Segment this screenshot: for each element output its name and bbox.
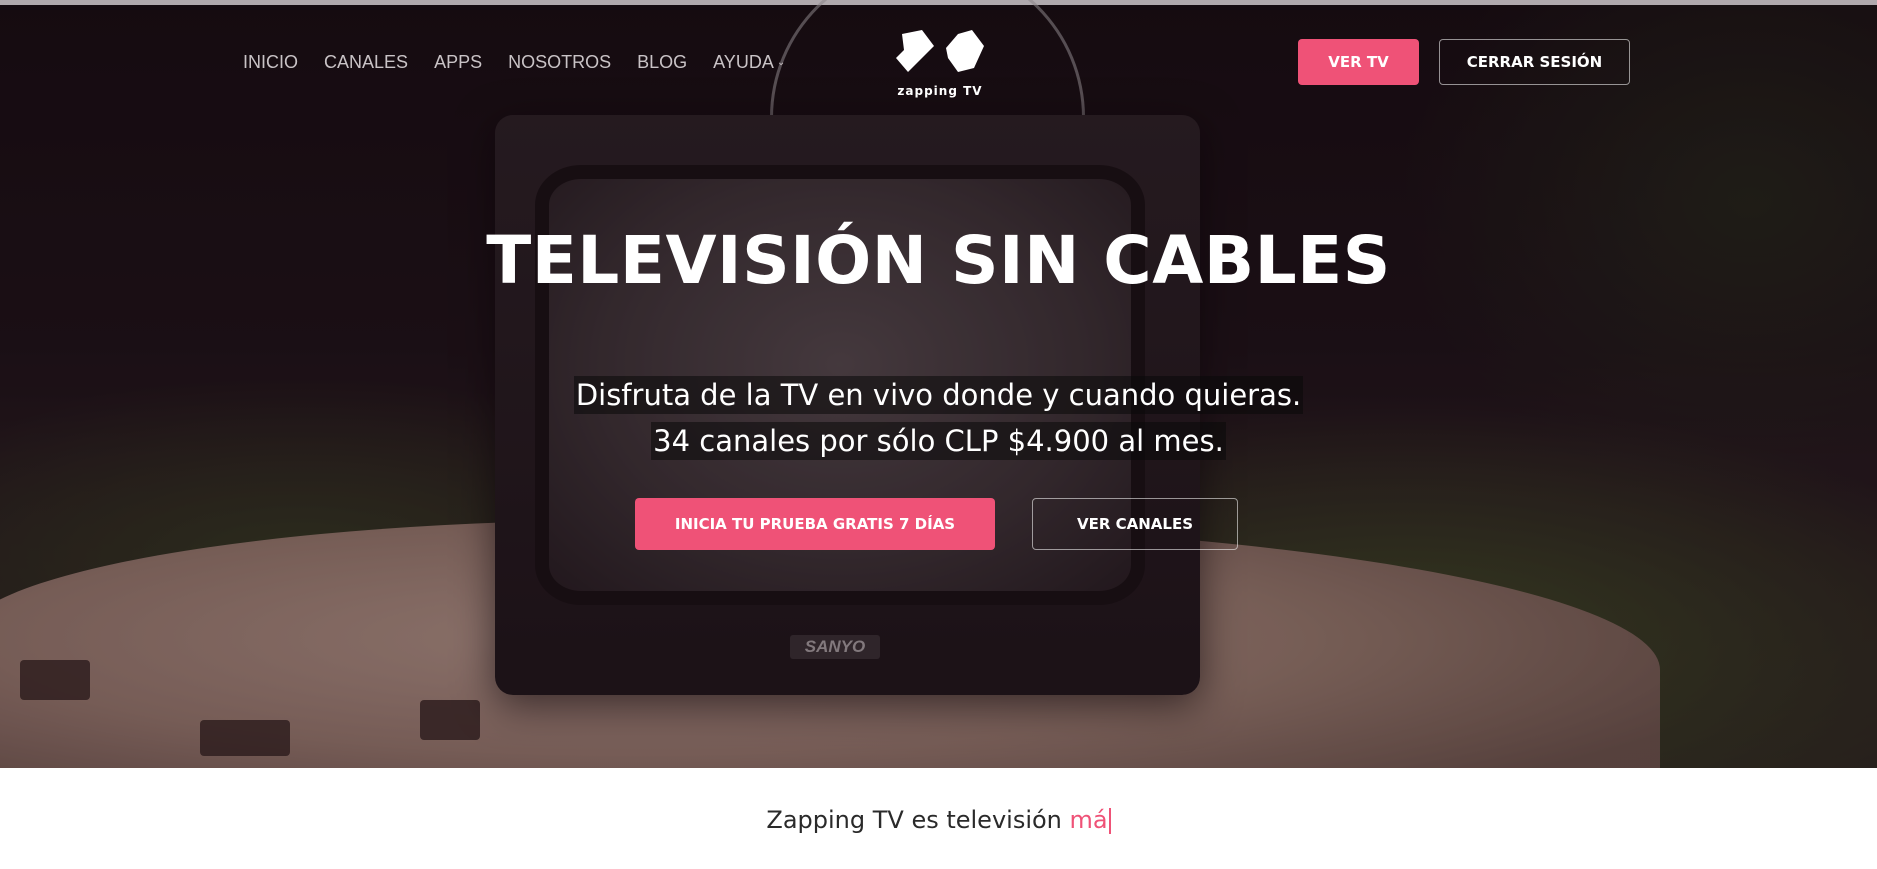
free-trial-button[interactable]: INICIA TU PRUEBA GRATIS 7 DÍAS <box>635 498 995 550</box>
main-nav: INICIO CANALES APPS NOSOTROS BLOG AYUDA … <box>243 52 785 73</box>
nav-item-apps[interactable]: APPS <box>434 52 482 73</box>
nav-item-ayuda-label: AYUDA <box>713 52 774 72</box>
typing-cursor <box>1108 808 1111 834</box>
watch-tv-button[interactable]: VER TV <box>1298 39 1419 85</box>
logo-text: zapping TV <box>897 84 983 98</box>
zapping-logo-icon <box>896 30 984 72</box>
chevron-down-icon: ⌄ <box>776 57 786 68</box>
tagline-typed-word: má <box>1069 806 1108 834</box>
hero-subtitle-line2-text: 34 canales por sólo CLP $4.900 al mes. <box>651 422 1226 460</box>
hero-subtitle-line1-text: Disfruta de la TV en vivo donde y cuando… <box>573 376 1304 414</box>
hero-section: SANYO INICIO CANALES APPS NOSOTROS BLOG … <box>0 0 1877 768</box>
logout-button[interactable]: CERRAR SESIÓN <box>1439 39 1630 85</box>
nav-item-inicio[interactable]: INICIO <box>243 52 298 73</box>
nav-item-nosotros[interactable]: NOSOTROS <box>508 52 611 73</box>
tagline: Zapping TV es televisión má <box>0 806 1877 834</box>
nav-item-ayuda[interactable]: AYUDA ⌄ <box>713 52 785 73</box>
hero-title: TELEVISIÓN SIN CABLES <box>486 222 1391 299</box>
hero-subtitle-line2: 34 canales por sólo CLP $4.900 al mes. <box>0 422 1877 460</box>
zapping-logo[interactable]: zapping TV <box>890 28 990 98</box>
view-channels-button[interactable]: VER CANALES <box>1032 498 1238 550</box>
hero-subtitle-line1: Disfruta de la TV en vivo donde y cuando… <box>0 376 1877 414</box>
nav-item-canales[interactable]: CANALES <box>324 52 408 73</box>
tagline-prefix: Zapping TV es televisión <box>766 806 1070 834</box>
nav-item-blog[interactable]: BLOG <box>637 52 687 73</box>
